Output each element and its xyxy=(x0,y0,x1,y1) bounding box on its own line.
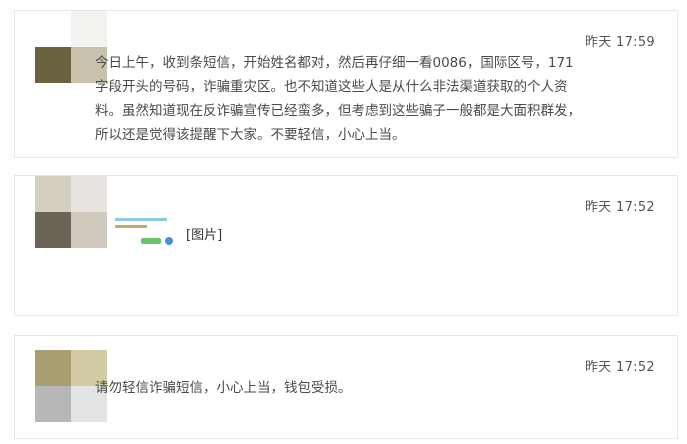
comment-time: 昨天 17:59 xyxy=(585,35,655,50)
comment-feed: 昨天 17:59 今日上午，收到条短信，开始姓名都对，然后再仔细一看0086，国… xyxy=(0,0,687,444)
comment-text: 今日上午，收到条短信，开始姓名都对，然后再仔细一看0086，国际区号，171字段… xyxy=(95,55,581,143)
avatar[interactable] xyxy=(35,176,107,248)
thumbnail-detail xyxy=(141,238,161,244)
avatar-pixel xyxy=(71,11,107,47)
thumbnail-detail xyxy=(115,218,167,221)
avatar-pixel xyxy=(35,11,71,47)
comment-time: 昨天 17:52 xyxy=(585,360,655,375)
image-thumbnail[interactable] xyxy=(111,212,179,252)
comment-time: 昨天 17:52 xyxy=(585,200,655,215)
thumbnail-detail xyxy=(165,237,173,245)
avatar-pixel xyxy=(35,386,71,422)
image-label: [图片] xyxy=(186,228,223,243)
comment-card[interactable]: 昨天 17:52 [图片] xyxy=(14,175,678,316)
avatar-pixel xyxy=(35,350,71,386)
avatar-pixel xyxy=(35,212,71,248)
avatar-pixel xyxy=(71,212,107,248)
comment-text: 请勿轻信诈骗短信，小心上当，钱包受损。 xyxy=(95,380,352,396)
avatar-pixel xyxy=(71,176,107,212)
comment-card[interactable]: 昨天 17:59 今日上午，收到条短信，开始姓名都对，然后再仔细一看0086，国… xyxy=(14,10,678,158)
thumbnail-detail xyxy=(115,225,147,228)
comment-card[interactable]: 昨天 17:52 请勿轻信诈骗短信，小心上当，钱包受损。 xyxy=(14,335,678,439)
avatar-pixel xyxy=(35,47,71,83)
avatar-pixel xyxy=(35,176,71,212)
